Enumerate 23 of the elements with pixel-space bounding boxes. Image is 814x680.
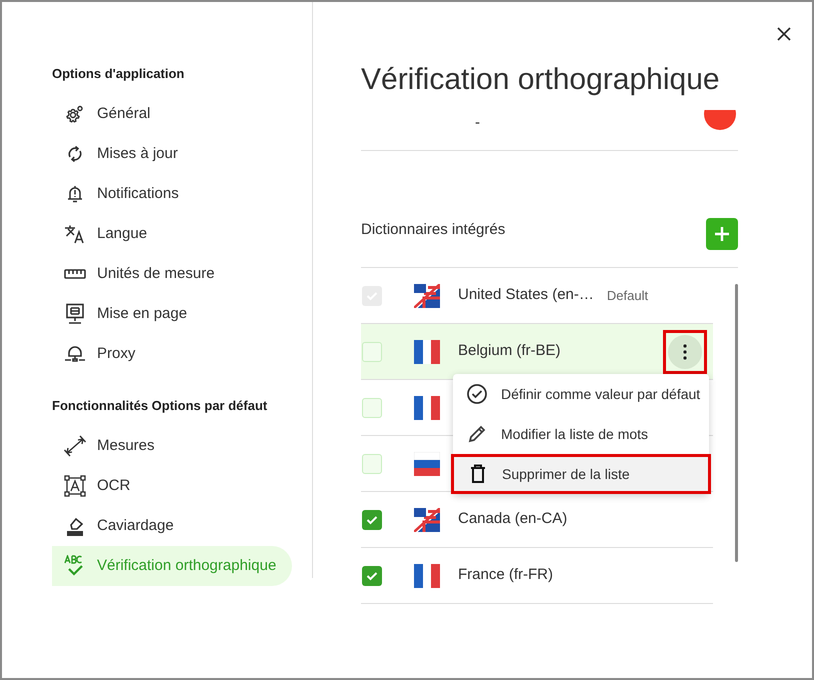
sidebar-item[interactable]: Notifications [52,174,292,214]
sidebar-item[interactable]: Langue [52,214,292,254]
sidebar-item[interactable]: Mises à jour [52,134,292,174]
sidebar-item[interactable]: Caviardage [52,506,292,546]
dictionary-name: Belgium (fr-BE) [458,341,561,362]
section-label: Dictionnaires intégrés [361,220,506,240]
sidebar-item[interactable]: Général [52,94,292,134]
menu-item[interactable]: Supprimer de la liste [451,454,711,494]
dictionary-name: France (fr-FR) [458,565,553,586]
dictionary-name: Canada (en-CA) [458,509,568,530]
row-text: - [475,114,480,132]
sidebar-item[interactable]: Mesures [52,426,292,466]
dictionary-row[interactable]: Belgium (fr-BE) [361,324,713,380]
section-heading: Fonctionnalités Options par défaut [52,397,268,415]
sidebar-item[interactable]: OCR [52,466,292,506]
section-heading: Options d'application [52,65,186,83]
sidebar-item[interactable]: Unités de mesure [52,254,292,294]
sidebar-item[interactable]: Proxy [52,334,292,374]
default-label: Default [606,286,648,305]
sidebar-item[interactable]: Mise en page [52,294,292,334]
menu-item[interactable]: Modifier la liste de mots [453,414,709,454]
dictionary-name: United States (en-… [458,285,594,306]
page-title: Vérification orthographique [361,62,721,98]
